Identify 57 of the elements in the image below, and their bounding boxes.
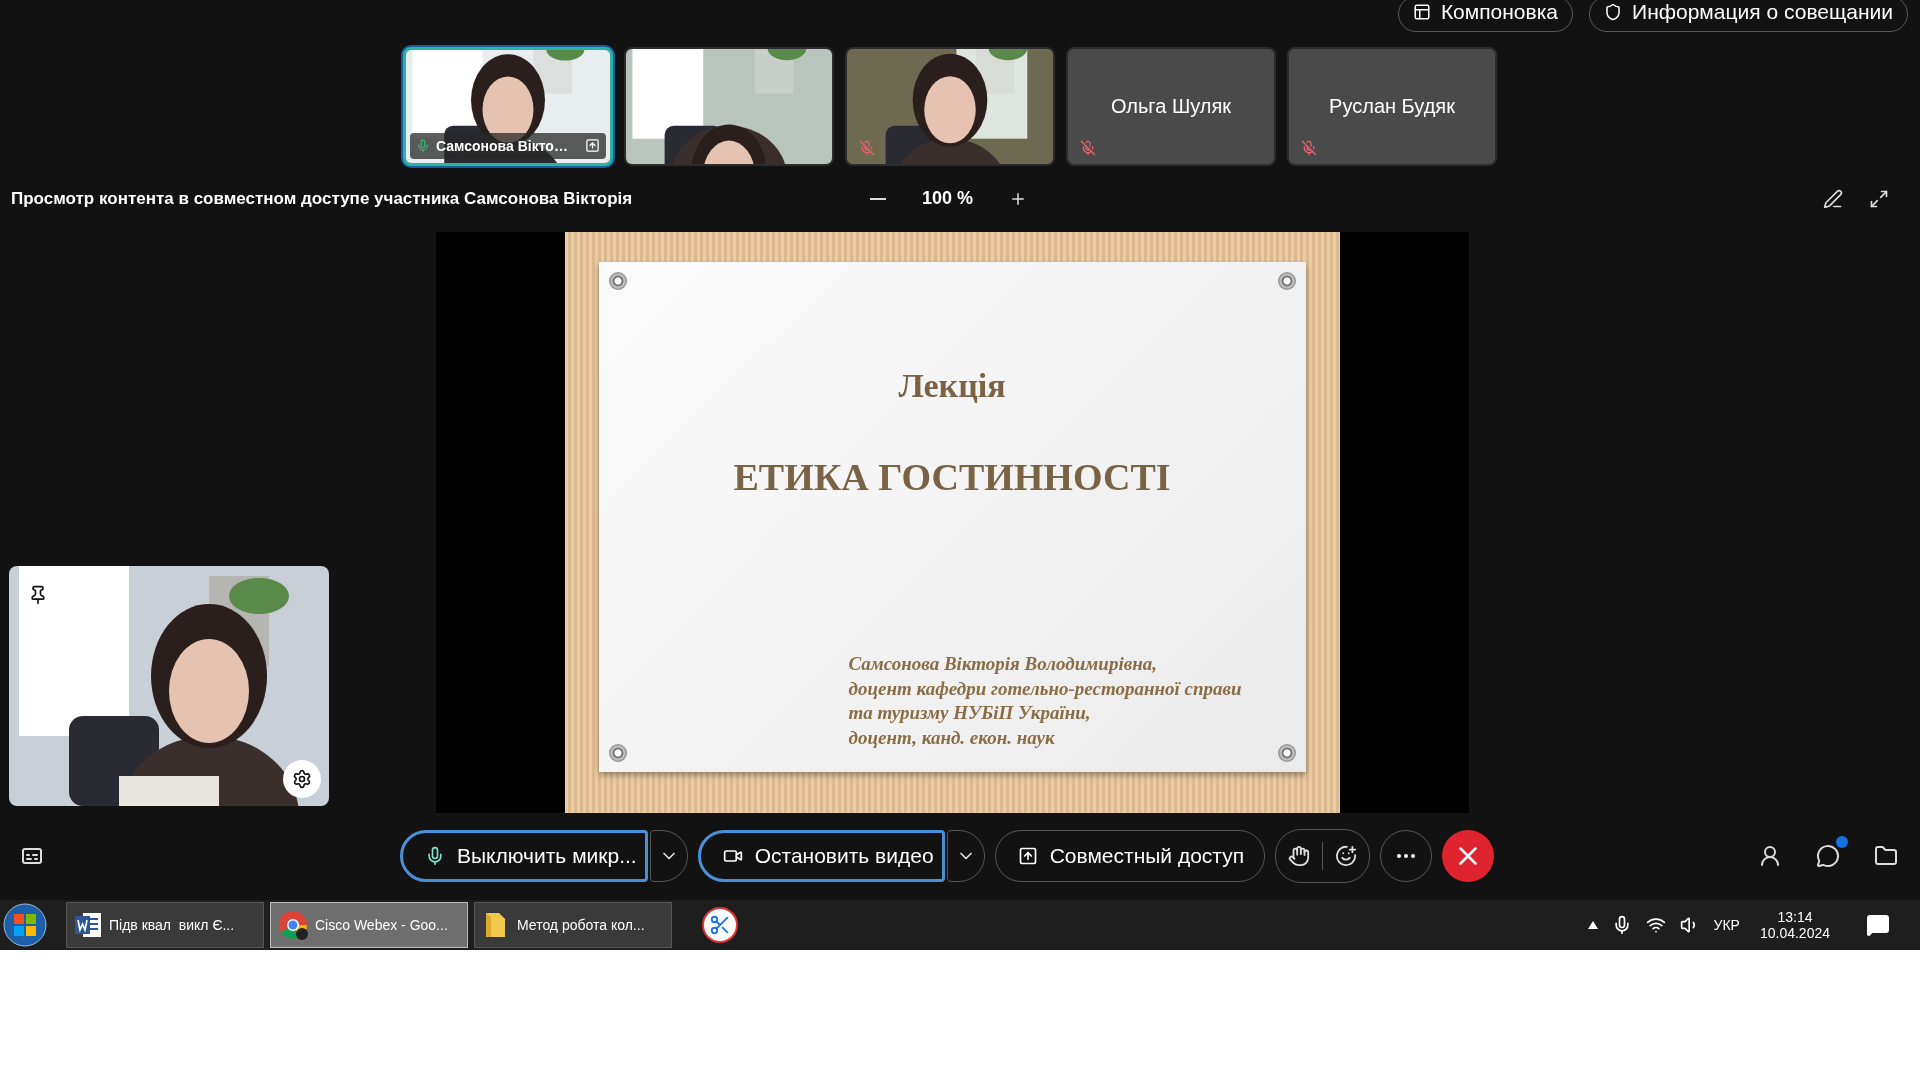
slide-subtitle: Лекція bbox=[898, 367, 1006, 406]
smiley-icon bbox=[1335, 845, 1358, 868]
browser-icon bbox=[277, 909, 309, 942]
options-dropdown[interactable] bbox=[946, 830, 985, 883]
show-hidden-icon[interactable] bbox=[1587, 921, 1598, 930]
person-icon bbox=[1758, 844, 1782, 869]
chat-bubble-icon bbox=[1816, 844, 1840, 869]
fullscreen-button[interactable] bbox=[1869, 188, 1889, 209]
options-dropdown[interactable] bbox=[649, 830, 688, 883]
ellipsis-icon bbox=[1397, 854, 1416, 859]
start-button[interactable] bbox=[2, 902, 48, 949]
pen-icon bbox=[1823, 188, 1843, 209]
microphone-icon bbox=[425, 846, 445, 867]
taskbar-item[interactable]: Cisco Webex - Goo... bbox=[270, 902, 468, 949]
zoom-out-button[interactable] bbox=[870, 197, 886, 200]
pin-icon bbox=[28, 584, 48, 605]
content-title: Просмотр контента в совместном доступе участника Самсонова Вікторія bbox=[11, 188, 633, 209]
author-line: та туризму НУБіП України, bbox=[848, 701, 1092, 726]
stop-video-button[interactable]: Остановить видео bbox=[697, 830, 945, 883]
hand-icon bbox=[1288, 845, 1311, 868]
grommet-icon bbox=[1277, 744, 1296, 763]
raise-hand-button[interactable] bbox=[1288, 845, 1311, 868]
grommet-icon bbox=[608, 744, 627, 763]
minus-icon bbox=[870, 197, 886, 200]
author-line: Самсонова Вікторія Володимирівна, bbox=[848, 652, 1158, 677]
author-line: доцент кафедри готельно-ресторанної справи bbox=[848, 676, 1242, 701]
participant-name: Самсонова Вікто… bbox=[436, 137, 569, 154]
expand-icon bbox=[1869, 188, 1889, 209]
notifications-icon[interactable] bbox=[1866, 913, 1890, 938]
reactions-button[interactable] bbox=[1335, 845, 1358, 868]
header-button[interactable]: Компоновка bbox=[1397, 0, 1574, 32]
participant-tile[interactable]: Руслан Будяк bbox=[1287, 46, 1497, 166]
clock-time: 13:14 bbox=[1777, 909, 1813, 926]
gear-icon bbox=[292, 768, 312, 789]
clock-date: 10.04.2024 bbox=[1759, 925, 1830, 942]
annotate-button[interactable] bbox=[1823, 188, 1843, 209]
participant-name: Ольга Шуляк bbox=[1109, 94, 1233, 118]
grommet-icon bbox=[1277, 272, 1296, 291]
taskbar-item[interactable]: Підв квал викл Є... bbox=[66, 902, 264, 949]
grommet-icon bbox=[608, 272, 627, 291]
header-button[interactable]: Информация о совещании bbox=[1589, 0, 1908, 32]
author-line: доцент, канд. екон. наук bbox=[848, 725, 1056, 750]
slide-title: ЕТИКА ГОСТИННОСТІ bbox=[733, 455, 1171, 500]
layout-icon bbox=[1412, 2, 1431, 21]
scissors-icon bbox=[709, 914, 731, 937]
taskbar-item[interactable]: Метод робота кол... bbox=[474, 902, 672, 949]
language-indicator[interactable]: УКР bbox=[1713, 917, 1740, 934]
share-button[interactable]: Совместный доступ bbox=[994, 830, 1266, 883]
participant-name: Руслан Будяк bbox=[1328, 94, 1456, 118]
participants-button[interactable] bbox=[1758, 844, 1782, 869]
participant-tile[interactable]: Ольга Шуляк bbox=[1066, 46, 1276, 166]
zoom-level: 100 % bbox=[922, 188, 974, 210]
mute-button[interactable]: Выключить микр... bbox=[400, 830, 648, 883]
share-screen-icon bbox=[1017, 846, 1038, 867]
snipping-tool-button[interactable] bbox=[702, 907, 738, 944]
shield-icon bbox=[1604, 2, 1623, 21]
participant-tile[interactable]: Самсонова Вікто… bbox=[403, 46, 613, 166]
